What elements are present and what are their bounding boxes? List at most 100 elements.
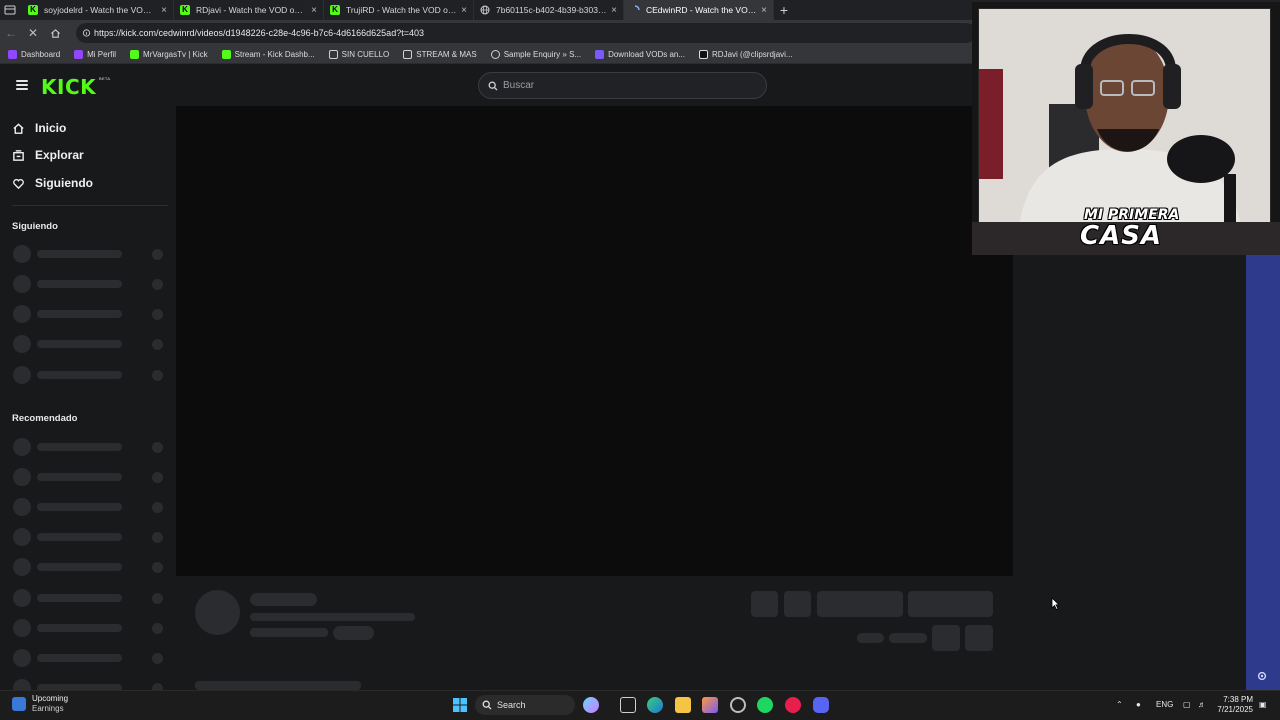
reload-button[interactable]: ✕	[22, 20, 44, 46]
bookmark-icon	[74, 50, 84, 59]
close-icon[interactable]: ×	[161, 5, 167, 16]
kick-icon	[130, 50, 140, 59]
screen: K soyjodelrd - Watch the VOD on Kick × K…	[0, 0, 1280, 720]
windows-start-icon[interactable]	[452, 697, 468, 713]
folder-icon	[403, 50, 413, 59]
search-placeholder: Buscar	[503, 80, 535, 91]
widget-title: Upcoming	[32, 694, 69, 703]
menu-icon[interactable]	[16, 80, 28, 90]
bookmark-item[interactable]: Sample Enquiry » S...	[490, 50, 581, 59]
kick-icon: K	[180, 5, 190, 15]
chrome-icon[interactable]	[730, 697, 746, 713]
bookmark-item[interactable]: Mi Perfil	[74, 50, 116, 59]
browser-tab[interactable]: K TrujiRD - Watch the VOD on Kick ×	[324, 0, 474, 20]
bookmark-item[interactable]: Stream - Kick Dashb...	[221, 50, 315, 59]
volume-icon[interactable]: ♬	[1198, 700, 1206, 709]
app-icon[interactable]	[702, 697, 718, 713]
tiktok-icon	[699, 50, 709, 59]
tab-title: CEdwinRD - Watch the VOD on K	[646, 5, 757, 15]
skeleton-line	[250, 593, 317, 606]
sidebar-item-siguiendo[interactable]: Siguiendo	[12, 176, 93, 190]
search-input[interactable]: Buscar	[478, 72, 767, 99]
search-icon	[488, 81, 498, 91]
taskbar-clock[interactable]: 7:38 PM 7/21/2025	[1213, 695, 1253, 715]
network-icon[interactable]: ▢	[1183, 700, 1191, 709]
browser-tab[interactable]: K RDjavi - Watch the VOD on Kick ×	[174, 0, 324, 20]
close-icon[interactable]: ×	[461, 5, 467, 16]
skeleton-button	[817, 591, 903, 617]
streamer-figure	[979, 9, 1270, 223]
window-menu-icon[interactable]	[4, 4, 16, 16]
skeleton-channel-row	[12, 438, 164, 456]
browser-tab-active[interactable]: CEdwinRD - Watch the VOD on K ×	[624, 0, 774, 20]
address-bar-input[interactable]: https://kick.com/cedwinrd/videos/d194822…	[76, 23, 976, 43]
webcam-video	[978, 8, 1271, 224]
loading-icon	[630, 5, 640, 15]
notification-icon[interactable]: ▣	[1259, 700, 1267, 709]
kick-icon	[221, 50, 231, 59]
bookmark-folder[interactable]: STREAM & MAS	[403, 50, 477, 59]
tab-title: TrujiRD - Watch the VOD on Kick	[346, 5, 457, 15]
browser-tab[interactable]: K soyjodelrd - Watch the VOD on Kick ×	[22, 0, 174, 20]
sidebar-item-explorar[interactable]: Explorar	[12, 148, 84, 162]
weather-widget[interactable]: Upcoming Earnings	[12, 694, 68, 714]
skeleton-button	[784, 591, 811, 617]
new-tab-button[interactable]: +	[774, 0, 794, 20]
skeleton-channel-row	[12, 275, 164, 293]
file-explorer-icon[interactable]	[675, 697, 691, 713]
task-view-icon[interactable]	[620, 697, 636, 713]
close-icon[interactable]: ×	[311, 5, 317, 16]
skeleton-channel-row	[12, 589, 164, 607]
bookmark-item[interactable]: Download VODs an...	[595, 50, 685, 59]
tray-chevron-icon[interactable]: ⌃	[1116, 700, 1123, 709]
discord-icon[interactable]	[813, 697, 829, 713]
skeleton-channel-row	[12, 335, 164, 353]
bookmark-item[interactable]: MrVargasTv | Kick	[130, 50, 208, 59]
clock-time: 7:38 PM	[1223, 695, 1253, 704]
skeleton-line	[195, 681, 361, 690]
home-button[interactable]	[44, 20, 66, 46]
skeleton-button	[932, 625, 960, 651]
bookmark-icon	[595, 50, 605, 59]
spotify-icon[interactable]	[757, 697, 773, 713]
skeleton-channel-row	[12, 305, 164, 323]
language-indicator[interactable]: ENG	[1156, 700, 1173, 709]
section-title-recommended: Recomendado	[12, 413, 78, 424]
video-player[interactable]	[176, 106, 1013, 576]
close-icon[interactable]: ×	[761, 5, 767, 16]
beta-badge: BETA	[99, 76, 111, 81]
skeleton-channel-row	[12, 528, 164, 546]
gear-icon[interactable]	[1256, 670, 1268, 682]
skeleton-pill	[333, 626, 374, 640]
kick-logo[interactable]: KICK	[41, 75, 96, 99]
microphone-icon[interactable]: ●	[1136, 700, 1141, 709]
skeleton-channel-row	[12, 679, 164, 690]
close-icon[interactable]: ×	[611, 5, 617, 16]
home-icon	[13, 122, 24, 134]
mouse-cursor-icon	[1051, 597, 1060, 610]
copilot-icon[interactable]	[583, 697, 599, 713]
skeleton-button	[751, 591, 778, 617]
edge-icon[interactable]	[647, 697, 663, 713]
skeleton-button	[908, 591, 993, 617]
globe-icon	[490, 50, 500, 59]
tab-title: 7b60115c-b402-4b39-b303-13c0	[496, 5, 608, 15]
skeleton-avatar	[195, 590, 240, 635]
app-icon[interactable]	[785, 697, 801, 713]
browser-tab[interactable]: 7b60115c-b402-4b39-b303-13c0 ×	[474, 0, 624, 20]
back-button[interactable]: ←	[0, 20, 22, 46]
skeleton-line	[250, 628, 328, 637]
skeleton-channel-row	[12, 245, 164, 263]
taskbar-search[interactable]: Search	[475, 695, 575, 715]
overlay-title-line2: CASA	[1080, 221, 1163, 251]
site-info-icon[interactable]	[82, 28, 91, 38]
bookmark-folder[interactable]: SIN CUELLO	[328, 50, 389, 59]
skeleton-channel-row	[12, 619, 164, 637]
kick-icon: K	[330, 5, 340, 15]
url-text: https://kick.com/cedwinrd/videos/d194822…	[94, 28, 424, 38]
sidebar-item-inicio[interactable]: Inicio	[12, 121, 66, 135]
windows-taskbar	[0, 690, 1280, 720]
overlay-title: MI PRIMERA CASA	[1080, 207, 1179, 251]
bookmark-item[interactable]: Dashboard	[8, 50, 60, 59]
bookmark-item[interactable]: RDJavi (@clipsrdjavi...	[699, 50, 793, 59]
